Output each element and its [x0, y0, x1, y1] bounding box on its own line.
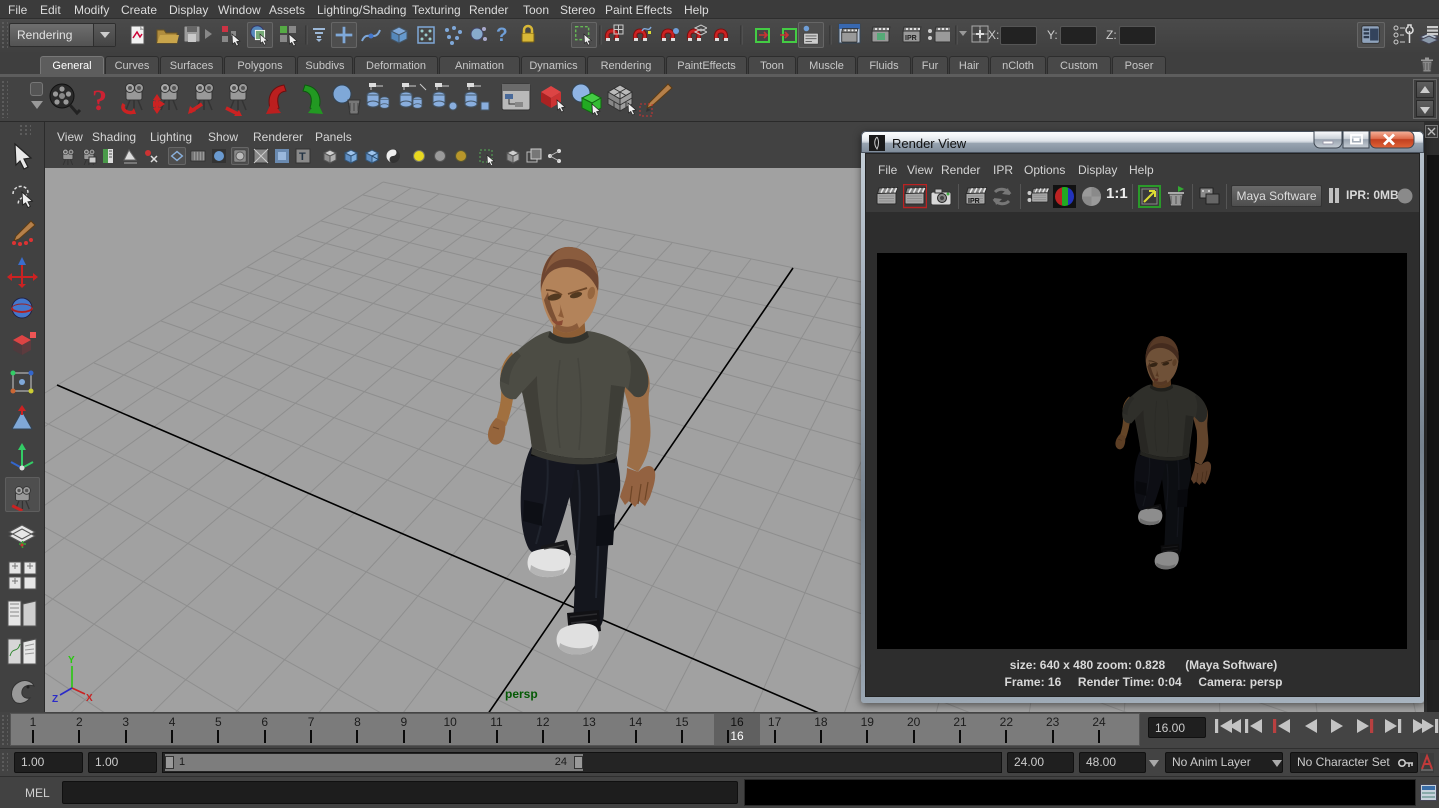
svg-text:IPR: IPR: [968, 198, 980, 205]
svg-text:?: ?: [496, 25, 508, 46]
svg-text:Y: Y: [68, 655, 75, 666]
svg-text:X: X: [86, 693, 93, 704]
svg-text:T: T: [299, 151, 306, 163]
svg-text:Z: Z: [52, 694, 58, 705]
svg-text:?: ?: [92, 84, 107, 117]
svg-text:IPR: IPR: [905, 35, 917, 42]
